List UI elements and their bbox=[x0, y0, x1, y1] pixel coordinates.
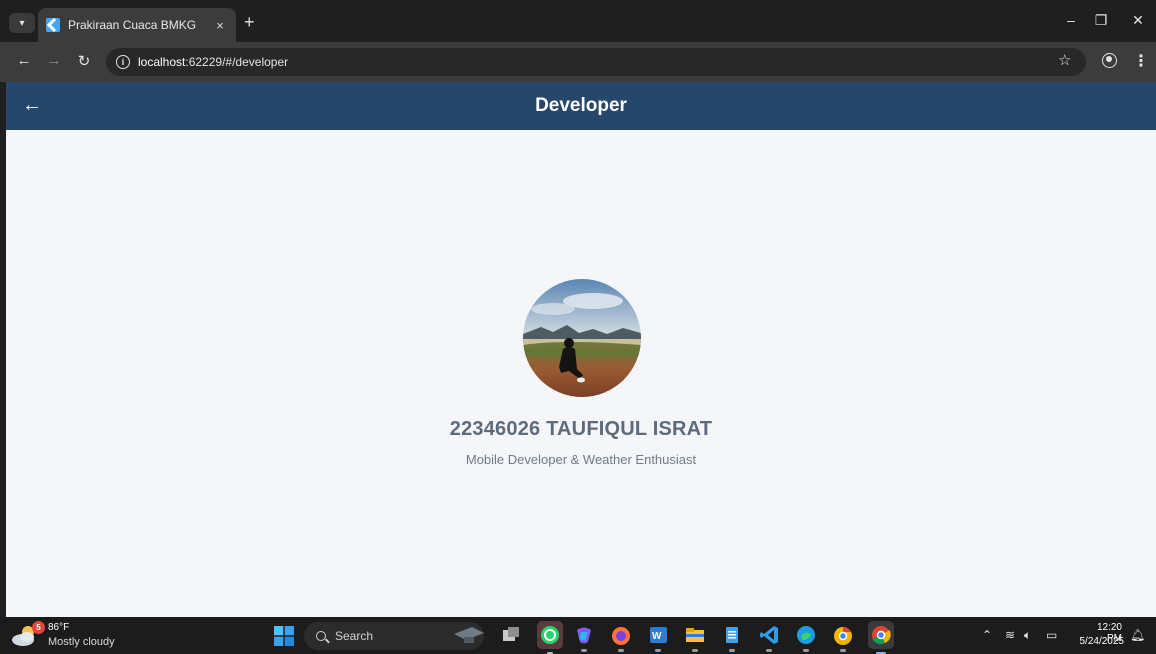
back-icon[interactable]: ← bbox=[14, 52, 34, 69]
battery-icon[interactable]: ▭ bbox=[1046, 628, 1057, 642]
chrome-icon[interactable] bbox=[868, 621, 894, 654]
close-window-icon[interactable]: ✕ bbox=[1128, 12, 1148, 29]
browser-menu-icon[interactable]: ⋮ bbox=[1133, 51, 1149, 71]
site-info-icon[interactable]: i bbox=[116, 55, 130, 69]
search-label: Search bbox=[335, 629, 374, 643]
developer-name: 22346026 TAUFIQUL ISRAT bbox=[449, 418, 713, 440]
copilot-icon[interactable] bbox=[573, 624, 595, 652]
firefox-icon[interactable] bbox=[610, 624, 632, 652]
edge-icon[interactable] bbox=[795, 624, 817, 652]
bookmark-star-icon[interactable]: ☆ bbox=[1058, 51, 1071, 69]
vscode-icon[interactable] bbox=[758, 624, 780, 652]
windows-start-icon[interactable] bbox=[274, 626, 294, 646]
forward-icon[interactable]: → bbox=[44, 52, 64, 69]
url-text: localhost:62229/#/developer bbox=[138, 55, 288, 69]
app-viewport: ← Developer 22346026 TAUFIQUL ISRAT Mobi… bbox=[6, 82, 1156, 617]
volume-icon[interactable]: 🔈︎ bbox=[1024, 628, 1031, 643]
developer-role: Mobile Developer & Weather Enthusiast bbox=[465, 452, 697, 467]
profile-icon[interactable] bbox=[1102, 53, 1117, 68]
browser-toolbar: ← → ↻ i localhost:62229/#/developer ☆ ⋮ bbox=[0, 42, 1156, 82]
weather-alert-badge: 5 bbox=[32, 621, 45, 634]
restore-icon[interactable]: ❐ bbox=[1091, 12, 1111, 29]
tab-search-button[interactable]: ▾ bbox=[9, 13, 35, 33]
address-bar[interactable]: i localhost:62229/#/developer bbox=[106, 48, 1086, 76]
tab-title: Prakiraan Cuaca BMKG bbox=[68, 18, 197, 32]
app-back-icon[interactable]: ← bbox=[22, 94, 42, 117]
chrome-canary-icon[interactable] bbox=[832, 624, 854, 652]
url-path: :62229/#/developer bbox=[185, 55, 289, 69]
url-host: localhost bbox=[138, 55, 186, 69]
new-tab-button[interactable]: + bbox=[244, 12, 255, 33]
avatar bbox=[523, 279, 641, 397]
browser-tab-strip: ▾ Prakiraan Cuaca BMKG × + – ❐ ✕ bbox=[0, 0, 1156, 42]
svg-text:W: W bbox=[652, 631, 662, 642]
avatar-photo bbox=[523, 279, 641, 397]
reload-icon[interactable]: ↻ bbox=[74, 52, 94, 70]
search-icon bbox=[316, 631, 326, 641]
whatsapp-icon[interactable] bbox=[537, 621, 563, 654]
clock-date[interactable]: 5/24/2025 bbox=[1074, 636, 1125, 647]
task-view-icon[interactable] bbox=[500, 624, 522, 646]
page-title: Developer bbox=[535, 95, 627, 116]
windows-taskbar: 5 86°F Mostly cloudy Search W ⌃ ≋ 🔈︎ ▭ 1… bbox=[0, 617, 1156, 654]
weather-temperature[interactable]: 86°F bbox=[48, 622, 69, 633]
graduation-cap-icon[interactable] bbox=[452, 624, 486, 646]
minimize-icon[interactable]: – bbox=[1061, 12, 1081, 28]
file-explorer-icon[interactable] bbox=[684, 624, 706, 652]
chevron-down-icon: ▾ bbox=[19, 17, 25, 29]
wifi-icon[interactable]: ≋ bbox=[1005, 628, 1015, 642]
show-hidden-icons-chevron-icon[interactable]: ⌃ bbox=[982, 628, 992, 642]
app-bar: ← Developer bbox=[6, 82, 1156, 130]
weather-description[interactable]: Mostly cloudy bbox=[48, 636, 115, 648]
notepad-icon[interactable] bbox=[721, 624, 743, 652]
browser-tab[interactable]: Prakiraan Cuaca BMKG × bbox=[38, 8, 236, 42]
notification-bell-icon[interactable]: 🔔︎ bbox=[1130, 628, 1145, 642]
tab-close-icon[interactable]: × bbox=[212, 18, 228, 33]
flutter-favicon-icon bbox=[46, 18, 60, 32]
word-icon[interactable]: W bbox=[647, 624, 669, 652]
